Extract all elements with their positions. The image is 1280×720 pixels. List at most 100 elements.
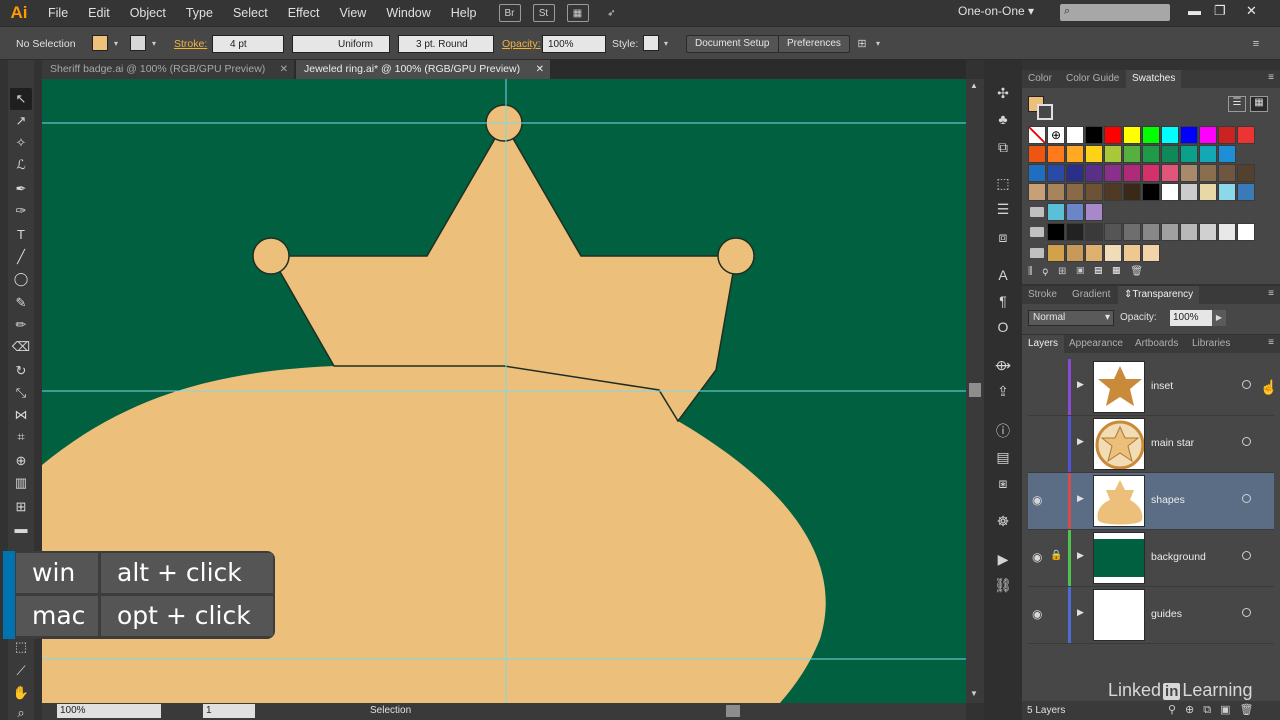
layer-row-background[interactable]: ◉ 🔒 ▶ background bbox=[1028, 530, 1274, 587]
align-dropdown-icon[interactable]: ▾ bbox=[872, 36, 884, 52]
layer-target-icon[interactable] bbox=[1242, 551, 1251, 560]
swatch-chip[interactable] bbox=[1123, 223, 1141, 241]
blend-mode-dropdown[interactable]: Normal ▾ bbox=[1028, 310, 1114, 326]
swatch-library-icons[interactable]: ⫼⚲⊞▣▤▦🗑 bbox=[1028, 266, 1153, 277]
menu-file[interactable]: File bbox=[38, 0, 78, 26]
stroke-profile-dropdown[interactable]: Uniform bbox=[292, 35, 390, 53]
layer-row-guides[interactable]: ◉ ▶ guides bbox=[1028, 587, 1274, 644]
swatch-chip[interactable] bbox=[1161, 126, 1179, 144]
expand-arrow-icon[interactable]: ▶ bbox=[1077, 379, 1084, 390]
swatch-chip[interactable] bbox=[1199, 164, 1217, 182]
links-chain-icon[interactable]: ⛓ bbox=[992, 574, 1014, 596]
asset-export-icon[interactable]: ⇪ bbox=[992, 380, 1014, 402]
slice-tool-icon[interactable]: ⟋ bbox=[10, 660, 32, 682]
curvature-tool-icon[interactable]: ✑ bbox=[10, 200, 32, 222]
swatch-chip[interactable] bbox=[1142, 223, 1160, 241]
scroll-up-icon[interactable]: ▲ bbox=[970, 81, 978, 90]
layer-target-icon[interactable] bbox=[1242, 437, 1251, 446]
swatch-chip[interactable] bbox=[1066, 183, 1084, 201]
expand-arrow-icon[interactable]: ▶ bbox=[1077, 493, 1084, 504]
opacity-slider-arrow-icon[interactable]: ▶ bbox=[1212, 310, 1226, 326]
swatch-chip[interactable] bbox=[1123, 244, 1141, 262]
type-tool-icon[interactable]: T bbox=[10, 224, 32, 246]
grid-view-icon[interactable]: ▦ bbox=[1250, 96, 1268, 112]
tab-artboards[interactable]: Artboards bbox=[1129, 335, 1184, 353]
tab-swatches[interactable]: Swatches bbox=[1126, 70, 1182, 88]
menu-type[interactable]: Type bbox=[176, 0, 223, 26]
layer-actions-icons[interactable]: ⚲⊕⧉▣🗑 bbox=[1168, 703, 1263, 717]
scale-tool-icon[interactable]: ⤡ bbox=[10, 382, 32, 404]
stroke-dropdown-icon[interactable]: ▾ bbox=[148, 36, 160, 52]
swatch-chip[interactable] bbox=[1142, 126, 1160, 144]
layer-name[interactable]: main star bbox=[1151, 437, 1194, 449]
lock-icon[interactable]: 🔒 bbox=[1050, 550, 1062, 561]
swatch-folder-icon[interactable] bbox=[1030, 248, 1044, 258]
swatch-chip[interactable] bbox=[1085, 164, 1103, 182]
control-menu-icon[interactable]: ≡ bbox=[1250, 36, 1262, 52]
swatch-chip[interactable] bbox=[1066, 244, 1084, 262]
swatch-chip[interactable] bbox=[1104, 164, 1122, 182]
swatch-chip[interactable] bbox=[1047, 244, 1065, 262]
image-trace-icon[interactable]: ⟴ bbox=[992, 354, 1014, 376]
swatch-chip[interactable] bbox=[1047, 145, 1065, 163]
layer-target-icon[interactable] bbox=[1242, 608, 1251, 617]
swatch-chip[interactable] bbox=[1218, 164, 1236, 182]
eraser-tool-icon[interactable]: ⌫ bbox=[10, 336, 32, 358]
panel-menu-icon[interactable]: ≡ bbox=[1268, 337, 1274, 348]
tab-libraries[interactable]: Libraries bbox=[1186, 335, 1236, 353]
visibility-eye-icon[interactable]: ◉ bbox=[1032, 607, 1042, 621]
tab-color[interactable]: Color bbox=[1022, 70, 1058, 88]
rotate-tool-icon[interactable]: ↻ bbox=[10, 360, 32, 382]
swatch-chip[interactable] bbox=[1237, 164, 1255, 182]
swatch-chip[interactable] bbox=[1161, 183, 1179, 201]
swatch-registration[interactable]: ⊕ bbox=[1047, 126, 1065, 144]
swatch-chip[interactable] bbox=[1218, 183, 1236, 201]
menu-view[interactable]: View bbox=[329, 0, 376, 26]
tab-stroke[interactable]: Stroke bbox=[1022, 286, 1063, 304]
links-icon[interactable]: ⧆ bbox=[992, 472, 1014, 494]
swatch-chip[interactable] bbox=[1180, 223, 1198, 241]
align-icon[interactable]: ⊞ bbox=[856, 36, 868, 52]
layer-row-shapes[interactable]: ◉ ▶ shapes bbox=[1028, 473, 1274, 530]
stroke-color-box[interactable] bbox=[1037, 104, 1053, 120]
layer-name[interactable]: guides bbox=[1151, 608, 1182, 620]
align-panel-icon[interactable]: ☰ bbox=[992, 198, 1014, 220]
swatch-chip[interactable] bbox=[1199, 145, 1217, 163]
swatch-chip[interactable] bbox=[1180, 126, 1198, 144]
close-icon[interactable]: ✕ bbox=[1246, 3, 1257, 19]
swatch-chip[interactable] bbox=[1104, 244, 1122, 262]
character-icon[interactable]: A bbox=[992, 264, 1014, 286]
swatch-chip[interactable] bbox=[1180, 183, 1198, 201]
swatch-chip[interactable] bbox=[1028, 183, 1046, 201]
swatch-chip[interactable] bbox=[1142, 145, 1160, 163]
status-current-tool[interactable]: Selection bbox=[370, 705, 411, 716]
swatch-chip[interactable] bbox=[1066, 223, 1084, 241]
swatch-chip[interactable] bbox=[1085, 145, 1103, 163]
layer-target-icon[interactable] bbox=[1242, 380, 1251, 389]
paragraph-icon[interactable]: ¶ bbox=[992, 290, 1014, 312]
fill-swatch[interactable] bbox=[92, 35, 108, 51]
swatch-chip[interactable] bbox=[1047, 183, 1065, 201]
graphic-styles-icon[interactable]: ⧉ bbox=[992, 136, 1014, 158]
horizontal-scroll-thumb[interactable] bbox=[726, 705, 740, 717]
minimize-icon[interactable]: ▬ bbox=[1188, 3, 1201, 18]
free-transform-tool-icon[interactable]: ⌗ bbox=[10, 426, 32, 448]
panel-menu-icon[interactable]: ≡ bbox=[1268, 288, 1274, 299]
transform-icon[interactable]: ⬚ bbox=[992, 172, 1014, 194]
swatch-chip[interactable] bbox=[1066, 203, 1084, 221]
swatch-chip[interactable] bbox=[1104, 183, 1122, 201]
swatch-chip[interactable] bbox=[1066, 145, 1084, 163]
swatch-chip[interactable] bbox=[1123, 145, 1141, 163]
preferences-button[interactable]: Preferences bbox=[778, 35, 850, 53]
stroke-swatch[interactable] bbox=[130, 35, 146, 51]
swatch-chip[interactable] bbox=[1104, 223, 1122, 241]
pen-tool-icon[interactable]: ✒ bbox=[10, 178, 32, 200]
star-tip-left[interactable] bbox=[252, 237, 290, 275]
zoom-tool-icon[interactable]: ⌕ bbox=[10, 702, 32, 720]
stroke-label[interactable]: Stroke: bbox=[174, 35, 207, 53]
stock-icon[interactable]: St bbox=[532, 4, 555, 22]
swatch-chip[interactable] bbox=[1237, 223, 1255, 241]
swatch-chip[interactable] bbox=[1142, 244, 1160, 262]
tab-color-guide[interactable]: Color Guide bbox=[1060, 70, 1125, 88]
swatch-chip[interactable] bbox=[1028, 164, 1046, 182]
